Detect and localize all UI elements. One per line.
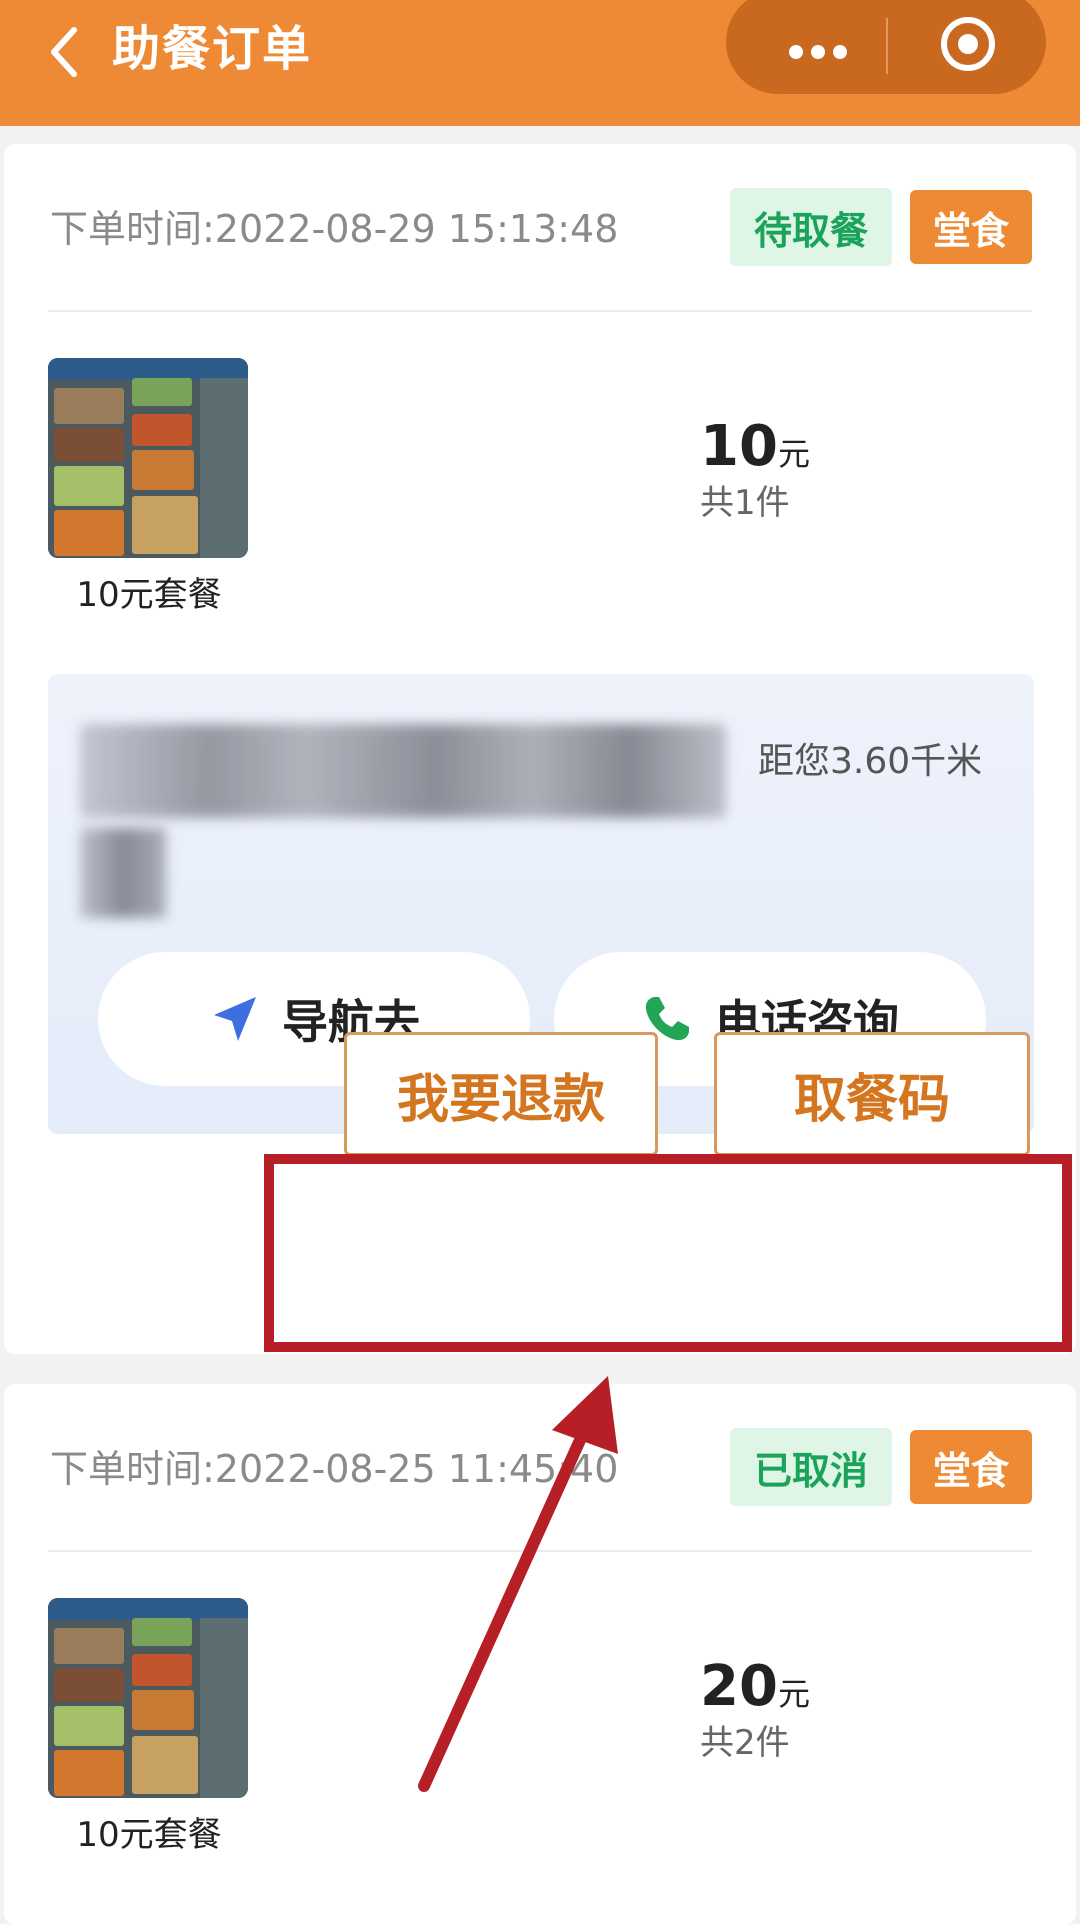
price-value: 10	[700, 414, 778, 479]
meal-thumbnail[interactable]	[48, 358, 248, 558]
top-bar: 助餐订单	[0, 0, 1080, 126]
price-unit: 元	[777, 435, 810, 473]
refund-button[interactable]: 我要退款	[344, 1032, 658, 1156]
item-count: 共1件	[700, 483, 790, 523]
status-badge: 待取餐	[730, 188, 892, 266]
price-unit: 元	[777, 1675, 810, 1713]
page-title: 助餐订单	[112, 21, 313, 77]
order-time: 下单时间:2022-08-29 15:13:48	[50, 207, 619, 251]
capsule-divider	[886, 18, 888, 74]
target-icon[interactable]	[936, 12, 1000, 76]
divider	[48, 1550, 1032, 1552]
dine-type-badge: 堂食	[910, 1430, 1032, 1504]
meal-name: 10元套餐	[76, 1815, 222, 1855]
meal-thumbnail[interactable]	[48, 1598, 248, 1798]
annotation-highlight-box	[264, 1154, 1072, 1352]
distance-text: 距您3.60千米	[758, 741, 983, 782]
mini-program-capsule	[726, 0, 1046, 94]
pickup-code-button[interactable]: 取餐码	[714, 1032, 1030, 1156]
more-dots-icon[interactable]	[766, 18, 866, 78]
meal-name: 10元套餐	[76, 575, 222, 615]
divider	[48, 310, 1032, 312]
chevron-left-icon[interactable]	[44, 22, 84, 82]
item-count: 共2件	[700, 1723, 790, 1763]
status-badge: 已取消	[730, 1428, 892, 1506]
navigation-arrow-icon	[214, 997, 256, 1041]
price-value: 20	[700, 1654, 778, 1719]
order-time: 下单时间:2022-08-25 11:45:40	[50, 1447, 619, 1491]
blurred-store-address	[80, 724, 726, 818]
order-card: 下单时间:2022-08-25 11:45:40 已取消 堂食 10元套餐 20…	[4, 1384, 1076, 1924]
dine-type-badge: 堂食	[910, 190, 1032, 264]
blurred-store-address-line2	[80, 828, 166, 918]
